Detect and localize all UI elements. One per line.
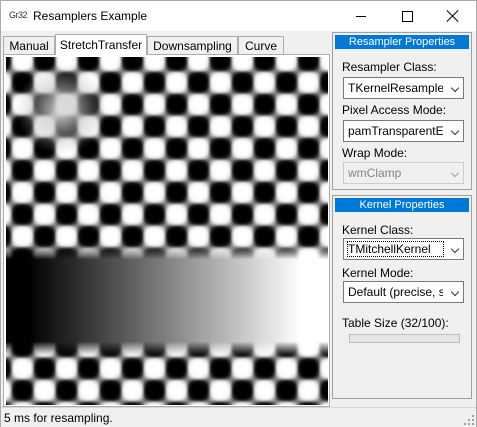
kernel-mode-value: Default (precise, slow) — [348, 285, 443, 299]
resampler-class-label: Resampler Class: — [342, 60, 437, 74]
status-bar: 5 ms for resampling. — [1, 407, 476, 427]
tab-curve[interactable]: Curve — [238, 36, 284, 54]
chevron-down-icon — [450, 126, 460, 136]
chevron-down-icon — [450, 83, 460, 93]
maximize-button[interactable] — [384, 1, 430, 31]
table-size-label: Table Size (32/100): — [342, 316, 449, 330]
pixel-access-select[interactable]: pamTransparentEdge — [343, 120, 464, 142]
kernel-mode-select[interactable]: Default (precise, slow) — [343, 281, 464, 303]
pixel-access-label: Pixel Access Mode: — [342, 103, 447, 117]
status-text: 5 ms for resampling. — [4, 411, 113, 425]
kernel-properties-header: Kernel Properties — [335, 198, 469, 212]
resampler-class-select[interactable]: TKernelResampler — [343, 77, 464, 99]
window-title: Resamplers Example — [33, 9, 148, 23]
resampler-properties-panel: Resampler Properties Resampler Class: TK… — [332, 32, 472, 190]
tab-downsampling[interactable]: Downsampling — [147, 36, 238, 54]
resampler-class-value: TKernelResampler — [348, 81, 443, 95]
kernel-class-select[interactable]: TMitchellKernel — [343, 238, 464, 260]
chevron-down-icon — [450, 244, 460, 254]
main-window: Gr32 Resamplers Example Manual StretchTr… — [0, 0, 477, 427]
close-button[interactable] — [430, 1, 476, 31]
resampled-image[interactable] — [6, 57, 328, 405]
minimize-icon — [356, 15, 366, 17]
resize-grip-icon[interactable] — [464, 415, 474, 425]
resampler-properties-header: Resampler Properties — [335, 35, 469, 49]
kernel-mode-label: Kernel Mode: — [342, 266, 414, 280]
app-icon: Gr32 — [9, 10, 28, 20]
close-icon — [447, 10, 459, 22]
chevron-down-icon — [450, 168, 460, 178]
kernel-class-value: TMitchellKernel — [347, 241, 444, 257]
pixel-access-value: pamTransparentEdge — [348, 124, 443, 138]
table-size-trackbar[interactable] — [349, 334, 460, 343]
maximize-icon — [401, 10, 413, 22]
tab-stretchtransfer[interactable]: StretchTransfer — [55, 34, 147, 55]
wrap-mode-select[interactable]: wmClamp — [343, 162, 464, 184]
wrap-mode-value: wmClamp — [348, 166, 402, 180]
kernel-class-label: Kernel Class: — [342, 223, 414, 237]
chevron-down-icon — [450, 287, 460, 297]
wrap-mode-label: Wrap Mode: — [342, 146, 408, 160]
kernel-properties-panel: Kernel Properties Kernel Class: TMitchel… — [332, 195, 472, 399]
minimize-button[interactable] — [338, 1, 384, 31]
title-bar: Gr32 Resamplers Example — [1, 1, 476, 31]
tab-manual[interactable]: Manual — [3, 36, 55, 54]
